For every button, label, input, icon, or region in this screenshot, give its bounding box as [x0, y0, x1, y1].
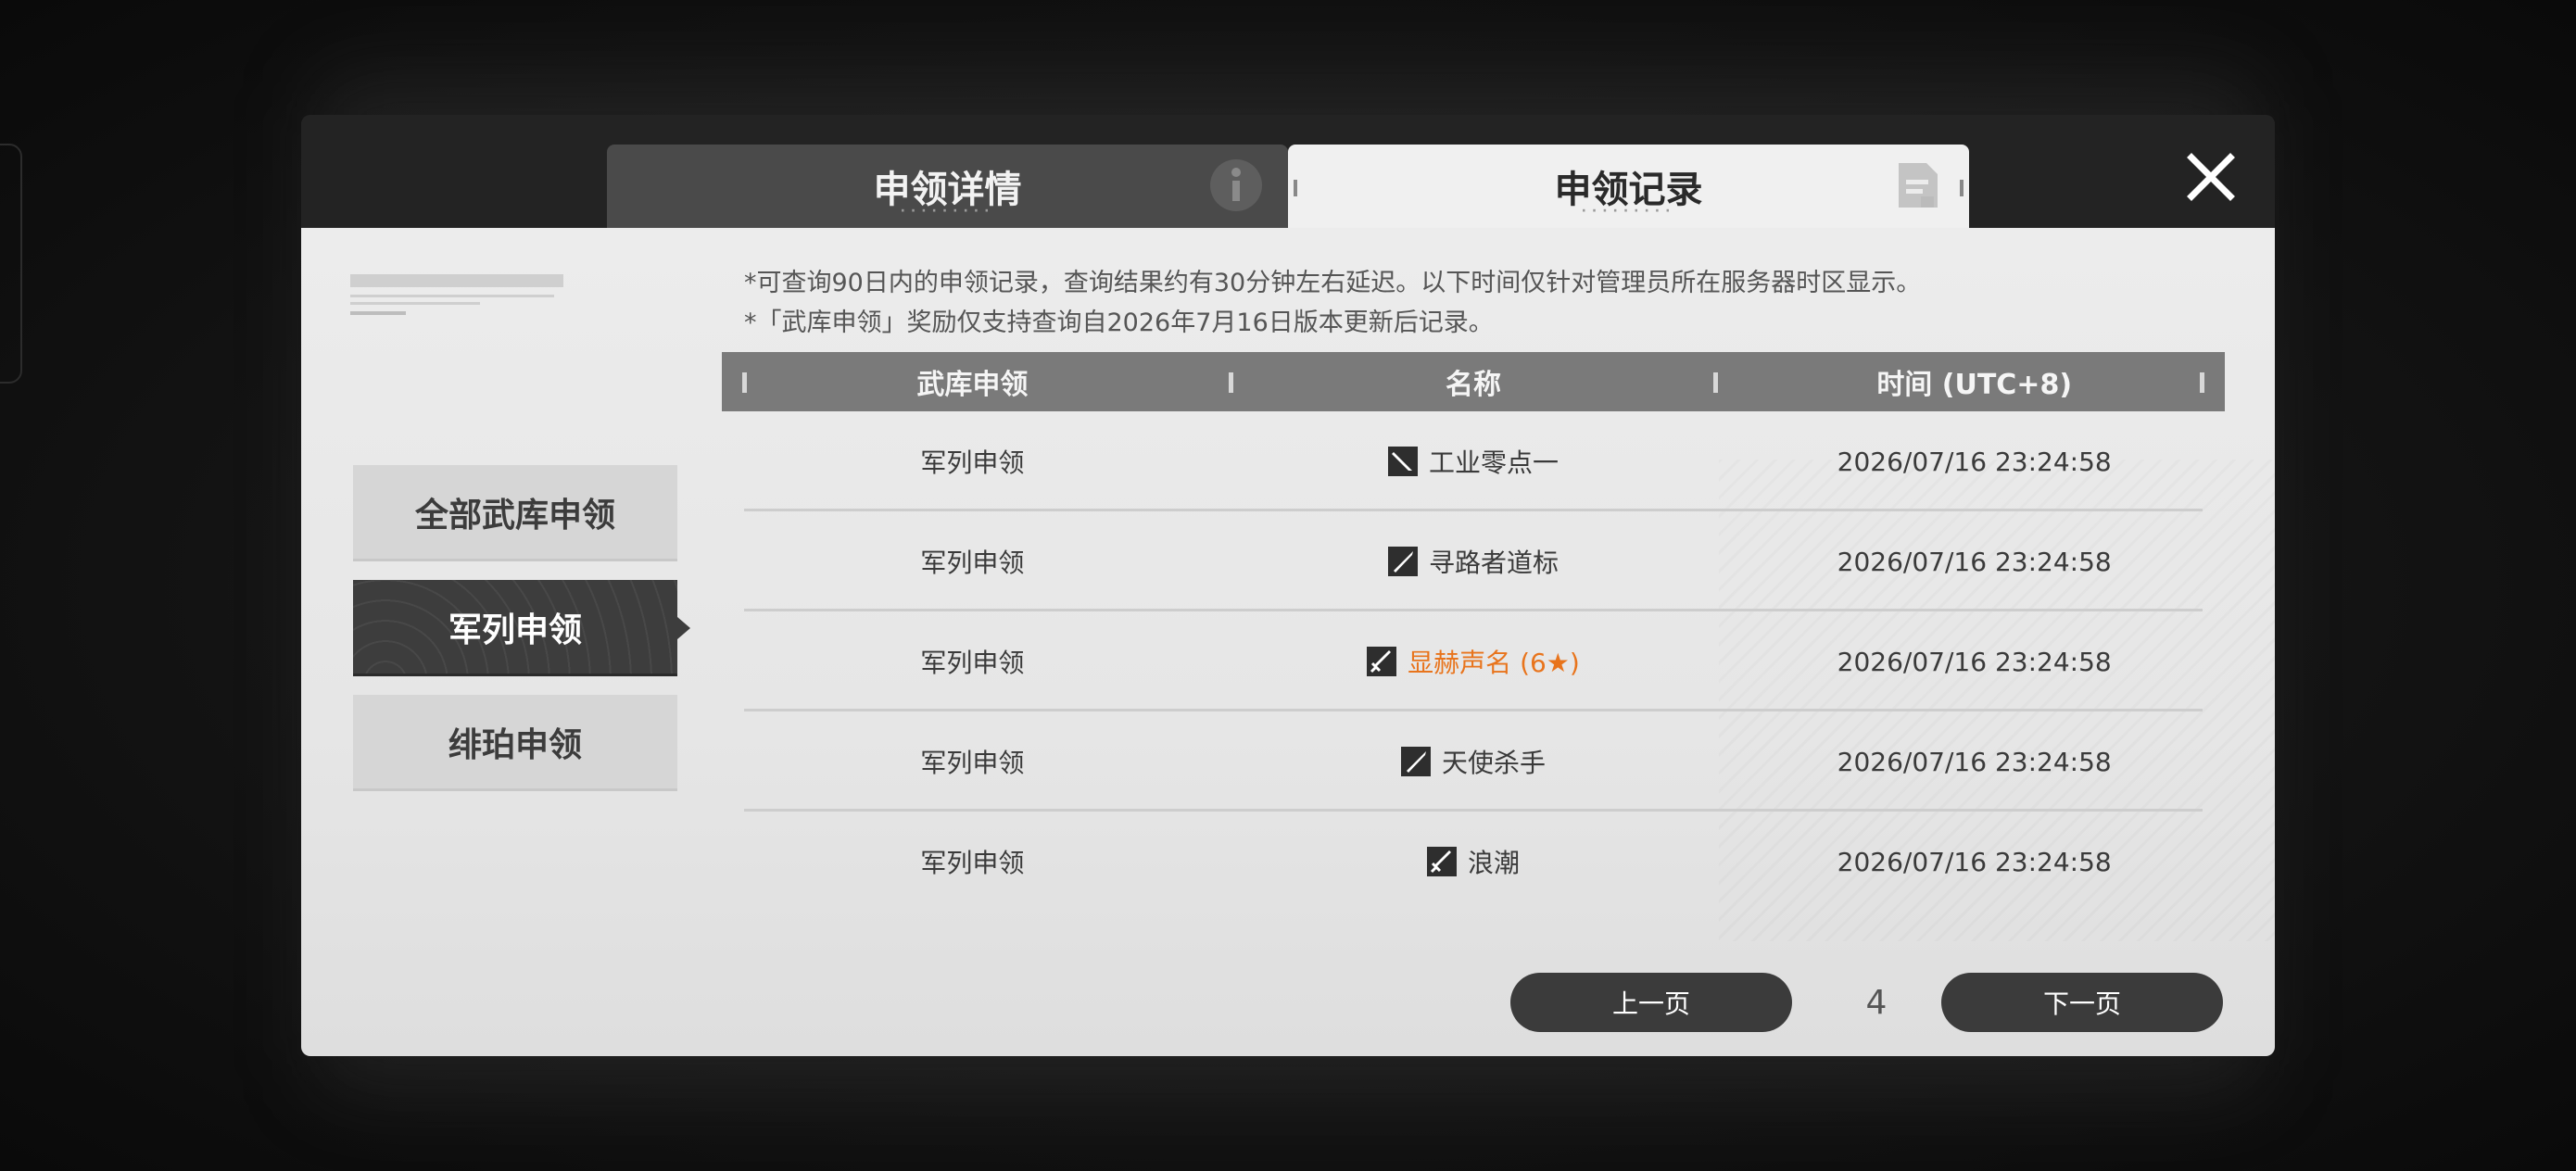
tab-claim-details[interactable]: 申领详情 ·········: [607, 145, 1288, 228]
prev-page-button[interactable]: 上一页: [1510, 973, 1792, 1032]
records-table: 武库申领 名称 时间 (UTC+8) 军列申领 工业零点一 2026/07/16…: [722, 352, 2225, 912]
table-header: 武库申领 名称 时间 (UTC+8): [722, 352, 2225, 411]
sidebar-item-label: 全部武库申领: [414, 496, 615, 535]
next-page-button[interactable]: 下一页: [1941, 973, 2223, 1032]
table-row: 军列申领 显赫声名 (6★) 2026/07/16 23:24:58: [722, 611, 2225, 711]
row-name: 工业零点一: [1429, 447, 1559, 478]
sidebar-item-all-armory[interactable]: 全部武库申领: [353, 465, 677, 561]
row-time: 2026/07/16 23:24:58: [1837, 646, 2112, 677]
info-icon: [1210, 159, 1262, 211]
tab-dots: ·········: [1581, 204, 1676, 219]
claim-dialog: 申领详情 ········· 申领记录 ········· 全部武库申领 军列申…: [301, 115, 2275, 1056]
decorative-lines: [350, 274, 563, 322]
sidebar-item-crimson-claim[interactable]: 绯珀申领: [353, 695, 677, 791]
close-icon[interactable]: [2186, 152, 2236, 202]
sidebar-item-label: 军列申领: [448, 611, 582, 649]
row-time: 2026/07/16 23:24:58: [1837, 546, 2112, 577]
row-type: 军列申领: [920, 548, 1025, 578]
row-type: 军列申领: [920, 447, 1025, 478]
row-time: 2026/07/16 23:24:58: [1837, 846, 2112, 877]
row-type: 军列申领: [920, 748, 1025, 778]
table-row: 军列申领 天使杀手 2026/07/16 23:24:58: [722, 711, 2225, 812]
document-icon: [1899, 163, 1938, 208]
tab-edge-mark: [1294, 180, 1297, 196]
lance-icon: [1388, 547, 1418, 576]
column-header-type: 武库申领: [916, 369, 1029, 401]
tab-edge-mark: [1960, 180, 1964, 196]
row-type: 军列申领: [920, 848, 1025, 878]
edge-frame: [0, 144, 22, 384]
row-name-cell: 工业零点一: [1223, 411, 1724, 511]
blade-icon: [1388, 447, 1418, 476]
table-row: 军列申领 工业零点一 2026/07/16 23:24:58: [722, 411, 2225, 511]
row-name: 寻路者道标: [1429, 548, 1559, 578]
dialog-header: 申领详情 ········· 申领记录 ·········: [301, 115, 2275, 228]
tab-dots: ·········: [900, 204, 995, 219]
row-name-cell: 显赫声名 (6★): [1223, 611, 1724, 711]
page-number: 4: [1865, 983, 1888, 1022]
table-row: 军列申领 浪潮 2026/07/16 23:24:58: [722, 812, 2225, 912]
row-type: 军列申领: [920, 648, 1025, 678]
column-header-name: 名称: [1446, 369, 1501, 401]
table-row: 军列申领 寻路者道标 2026/07/16 23:24:58: [722, 511, 2225, 611]
tab-claim-records[interactable]: 申领记录 ·········: [1288, 145, 1969, 228]
sidebar-item-label: 绯珀申领: [448, 725, 582, 764]
row-name-cell: 寻路者道标: [1223, 511, 1724, 611]
note-line: *可查询90日内的申领记录，查询结果约有30分钟左右延迟。以下时间仅针对管理员所…: [744, 269, 1922, 297]
row-name-cell: 天使杀手: [1223, 711, 1724, 812]
sword-icon: [1367, 647, 1397, 676]
row-time: 2026/07/16 23:24:58: [1837, 446, 2112, 477]
row-name: 浪潮: [1468, 848, 1521, 878]
row-name-cell: 浪潮: [1223, 812, 1724, 912]
row-time: 2026/07/16 23:24:58: [1837, 746, 2112, 777]
row-name: 显赫声名 (6★): [1408, 648, 1580, 678]
sidebar-item-train-claim[interactable]: 军列申领: [353, 580, 690, 676]
note-line: *「武库申领」奖励仅支持查询自2026年7月16日版本更新后记录。: [744, 308, 1494, 337]
notes: *可查询90日内的申领记录，查询结果约有30分钟左右延迟。以下时间仅针对管理员所…: [744, 263, 1921, 343]
row-name: 天使杀手: [1442, 748, 1547, 778]
lance-icon: [1401, 747, 1431, 776]
column-header-time: 时间 (UTC+8): [1876, 369, 2073, 401]
sword-icon: [1427, 847, 1457, 876]
